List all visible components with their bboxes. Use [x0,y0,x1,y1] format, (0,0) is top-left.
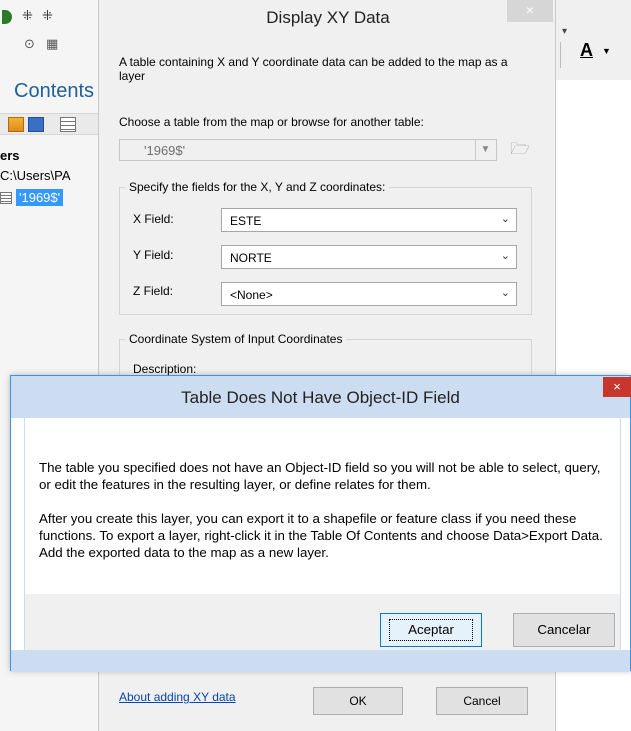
toolbar-strip-top: ⁜ ⁜ [0,8,98,32]
globe-icon[interactable] [2,10,12,24]
dialog-description: A table containing X and Y coordinate da… [119,55,508,83]
z-field-select[interactable]: <None> ⌄ [221,282,517,306]
toc-title: Contents [14,80,95,102]
toc-workspace-path[interactable]: C:\Users\PA [0,168,71,183]
ok-button[interactable]: OK [313,687,403,715]
coordinate-system-label: Coordinate System of Input Coordinates [125,332,347,346]
accept-button-label: Aceptar [389,619,473,641]
dialog-body: The table you specified does not have an… [24,418,621,594]
close-button[interactable]: × [507,0,553,22]
chevron-down-icon[interactable]: ▼ [602,46,611,56]
toolbar-overflow-icon[interactable]: ▾ [562,26,567,37]
full-extent-icon[interactable]: ⁜ [22,8,34,24]
add-data-icon[interactable] [28,117,44,132]
cancel-button[interactable]: Cancelar [513,613,615,647]
x-field-value: ESTE [230,214,262,228]
toc-table-item[interactable]: '1969$' [16,189,64,206]
toc-toolbar [0,113,98,135]
toolbar-strip-second: ⊙ ▦ [0,34,98,58]
identify-icon[interactable]: ⊙ [24,36,35,52]
x-field-select[interactable]: ESTE ⌄ [221,208,517,232]
font-color-icon[interactable]: A [580,40,593,61]
x-field-label: X Field: [133,212,174,226]
y-field-select[interactable]: NORTE ⌄ [221,245,517,269]
accept-button[interactable]: Aceptar [380,613,482,647]
chevron-down-icon[interactable]: ⌄ [501,212,510,225]
zoom-extent-icon[interactable]: ⁜ [42,8,54,24]
chevron-down-icon[interactable]: ⌄ [501,249,510,262]
right-toolbar-area [556,0,631,80]
close-button[interactable]: × [603,377,631,397]
chevron-down-icon[interactable]: ▼ [475,140,495,160]
message-paragraph-1: The table you specified does not have an… [39,460,601,492]
dialog-bottom-border [11,650,630,672]
chevron-down-icon[interactable]: ⌄ [501,286,510,299]
about-xy-data-link[interactable]: About adding XY data [119,690,236,704]
fields-group-label: Specify the fields for the X, Y and Z co… [125,180,390,194]
cancel-button[interactable]: Cancel [436,687,528,715]
catalog-icon[interactable]: ▦ [46,36,58,52]
browse-folder-icon[interactable]: 🗁 [507,139,533,161]
options-icon[interactable] [60,117,76,132]
z-field-label: Z Field: [133,284,174,298]
table-select[interactable]: '1969$' [119,139,497,161]
list-by-source-icon[interactable] [8,117,24,132]
description-label: Description: [133,362,197,376]
y-field-value: NORTE [230,251,272,265]
table-icon [0,192,12,204]
dialog-title: Table Does Not Have Object-ID Field [181,388,460,407]
toolbar-separator [560,42,561,68]
dialog-title: Display XY Data [266,8,390,27]
z-field-value: <None> [230,288,273,302]
toc-layers-label: ers [0,148,20,163]
choose-table-label: Choose a table from the map or browse fo… [119,115,424,129]
object-id-warning-dialog: Table Does Not Have Object-ID Field × Th… [10,375,631,672]
y-field-label: Y Field: [133,248,174,262]
message-paragraph-2: After you create this layer, you can exp… [39,511,603,560]
